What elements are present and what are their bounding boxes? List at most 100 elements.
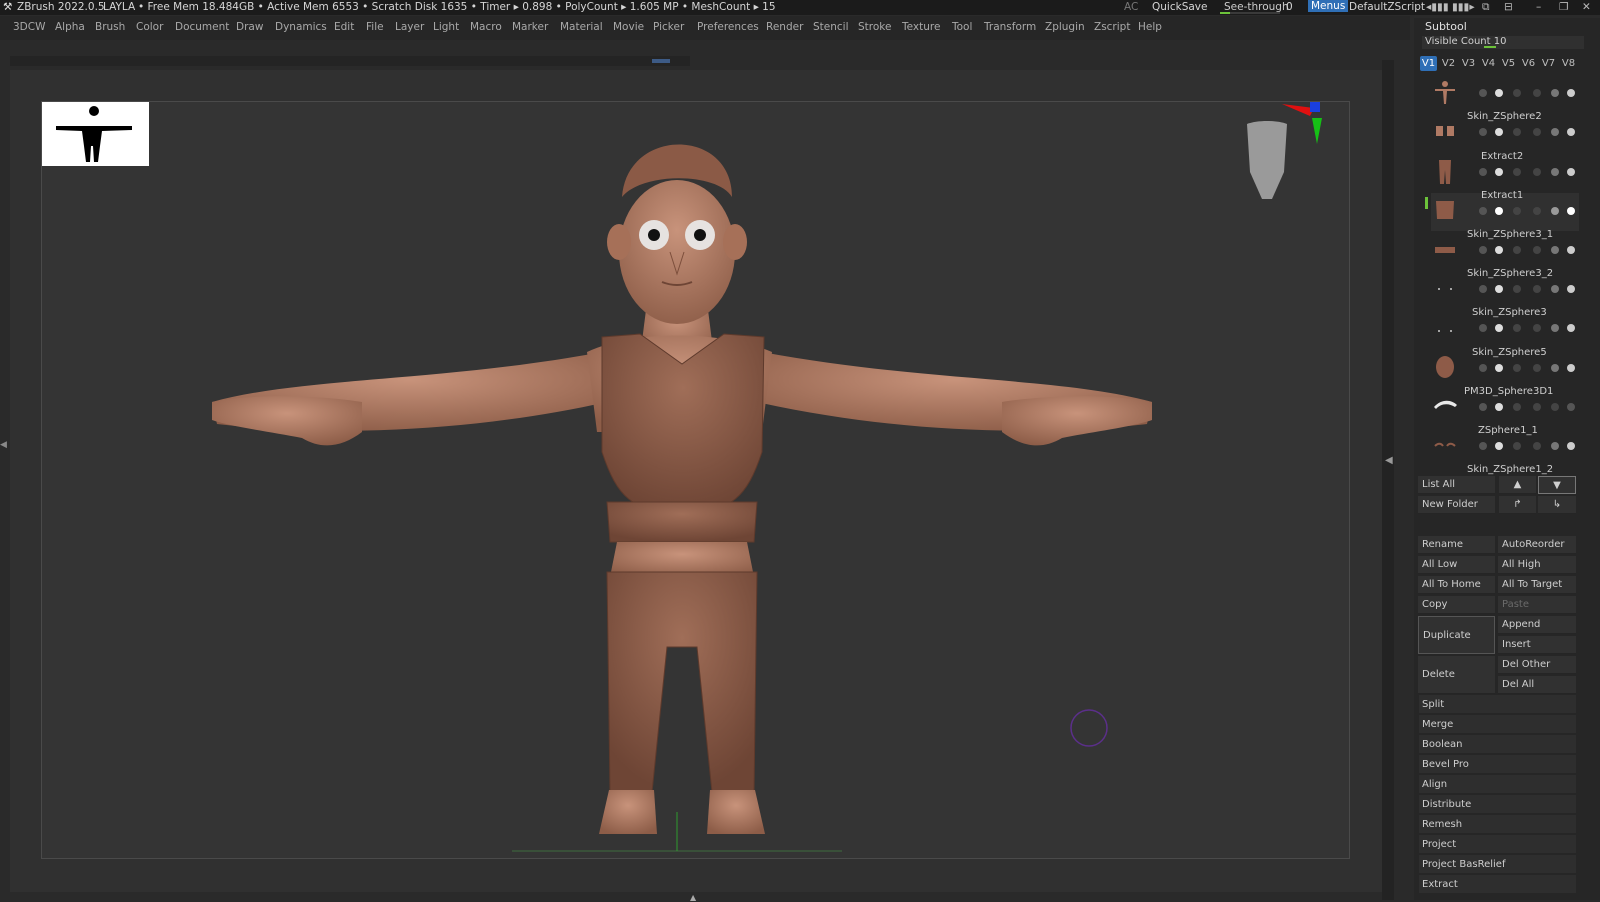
close-icon[interactable]: ✕ (1582, 1, 1591, 13)
subtool-controls[interactable] (1479, 285, 1579, 295)
subtool-controls[interactable] (1479, 324, 1579, 334)
menu-preferences[interactable]: Preferences (697, 21, 759, 33)
menu-zplugin[interactable]: Zplugin (1045, 21, 1085, 33)
subtool-item[interactable]: Extract2 (1431, 151, 1579, 192)
visible-count[interactable]: Visible Count 10 (1422, 36, 1584, 49)
del-all-button[interactable]: Del All (1498, 676, 1576, 694)
bevel-pro-section[interactable]: Bevel Pro (1419, 755, 1576, 774)
collapse-arrow-icon[interactable]: ◀ (1385, 455, 1393, 466)
menu-stencil[interactable]: Stencil (813, 21, 849, 33)
menu-color[interactable]: Color (136, 21, 163, 33)
menu-help[interactable]: Help (1138, 21, 1162, 33)
menu-file[interactable]: File (366, 21, 384, 33)
menu-material[interactable]: Material (560, 21, 603, 33)
move-down-icon[interactable]: ▼ (1538, 476, 1576, 494)
duplicate-button[interactable]: Duplicate (1418, 616, 1495, 654)
subtool-item[interactable]: Skin_ZSphere3_1 (1431, 229, 1579, 270)
tab-v1[interactable]: V1 (1420, 56, 1437, 71)
subtool-controls[interactable] (1479, 442, 1579, 452)
delete-button[interactable]: Delete (1418, 656, 1495, 694)
boolean-section[interactable]: Boolean (1419, 735, 1576, 754)
menu-3dcw[interactable]: 3DCW (13, 21, 45, 33)
subtool-controls[interactable] (1479, 403, 1579, 413)
remesh-section[interactable]: Remesh (1419, 815, 1576, 834)
list-all-button[interactable]: List All (1418, 476, 1495, 494)
new-folder-button[interactable]: New Folder (1418, 496, 1495, 514)
append-button[interactable]: Append (1498, 616, 1576, 634)
menu-document[interactable]: Document (175, 21, 229, 33)
left-collapse-arrow-icon[interactable]: ◀ (0, 440, 7, 450)
menu-light[interactable]: Light (433, 21, 459, 33)
menu-picker[interactable]: Picker (653, 21, 684, 33)
menu-alpha[interactable]: Alpha (55, 21, 85, 33)
del-other-button[interactable]: Del Other (1498, 656, 1576, 674)
all-to-target-button[interactable]: All To Target (1498, 576, 1576, 594)
menu-macro[interactable]: Macro (470, 21, 502, 33)
layout-2-icon[interactable]: ▮▮▮▸ (1452, 1, 1475, 13)
subtool-item[interactable]: Skin_ZSphere3 (1431, 307, 1579, 348)
menus-toggle[interactable]: Menus (1308, 0, 1349, 12)
menu-edit[interactable]: Edit (334, 21, 354, 33)
extract-section[interactable]: Extract (1419, 875, 1576, 894)
tab-v7[interactable]: V7 (1540, 56, 1557, 71)
folder-in-icon[interactable]: ↳ (1538, 496, 1576, 514)
bottom-tray-arrow-icon[interactable]: ▲ (690, 893, 696, 902)
tab-v5[interactable]: V5 (1500, 56, 1517, 71)
merge-section[interactable]: Merge (1419, 715, 1576, 734)
subtool-item[interactable] (1431, 75, 1579, 113)
menu-movie[interactable]: Movie (613, 21, 644, 33)
project-section[interactable]: Project (1419, 835, 1576, 854)
autoreorder-button[interactable]: AutoReorder (1498, 536, 1576, 554)
copy-button[interactable]: Copy (1418, 596, 1495, 614)
minimize-icon[interactable]: – (1536, 1, 1541, 13)
subtool-item[interactable]: PM3D_Sphere3D1 (1431, 386, 1579, 427)
folder-out-icon[interactable]: ↱ (1499, 496, 1536, 514)
subtool-controls[interactable] (1479, 128, 1579, 138)
restore-icon[interactable]: ❐ (1559, 1, 1568, 13)
subtool-controls[interactable] (1479, 364, 1579, 374)
subtool-item[interactable]: Skin_ZSphere2 (1431, 111, 1579, 152)
tab-v3[interactable]: V3 (1460, 56, 1477, 71)
tab-v6[interactable]: V6 (1520, 56, 1537, 71)
tab-v8[interactable]: V8 (1560, 56, 1577, 71)
navigation-thumbnail[interactable] (42, 102, 149, 166)
menu-texture[interactable]: Texture (902, 21, 940, 33)
see-through-track[interactable] (1220, 12, 1280, 14)
move-up-icon[interactable]: ▲ (1499, 476, 1536, 494)
insert-button[interactable]: Insert (1498, 636, 1576, 654)
menu-stroke[interactable]: Stroke (858, 21, 891, 33)
default-zscript[interactable]: DefaultZScript (1349, 1, 1425, 13)
menu-dynamics[interactable]: Dynamics (275, 21, 327, 33)
ui-toggle-icon[interactable]: ⊟ (1504, 1, 1513, 13)
menu-render[interactable]: Render (766, 21, 803, 33)
all-to-home-button[interactable]: All To Home (1418, 576, 1495, 594)
align-section[interactable]: Align (1419, 775, 1576, 794)
menu-tool[interactable]: Tool (952, 21, 972, 33)
menu-draw[interactable]: Draw (236, 21, 263, 33)
subtool-item[interactable]: ZSphere1_1 (1431, 425, 1579, 466)
menu-layer[interactable]: Layer (395, 21, 424, 33)
subtool-item[interactable]: Skin_ZSphere3_2 (1431, 268, 1579, 309)
subtool-controls[interactable] (1479, 89, 1579, 99)
tab-v2[interactable]: V2 (1440, 56, 1457, 71)
menu-brush[interactable]: Brush (95, 21, 125, 33)
ac-label[interactable]: AC (1124, 1, 1138, 13)
layout-icon[interactable]: ◂▮▮▮ (1426, 1, 1449, 13)
model-render[interactable] (42, 102, 1351, 860)
subtool-item-selected[interactable]: Extract1 (1425, 190, 1579, 231)
rename-button[interactable]: Rename (1418, 536, 1495, 554)
split-section[interactable]: Split (1419, 695, 1576, 714)
all-low-button[interactable]: All Low (1418, 556, 1495, 574)
paste-button[interactable]: Paste (1498, 596, 1576, 614)
menu-marker[interactable]: Marker (512, 21, 548, 33)
subtool-item[interactable]: Skin_ZSphere5 (1431, 347, 1579, 388)
subtool-controls[interactable] (1479, 207, 1579, 217)
subtool-header[interactable]: Subtool (1425, 20, 1467, 33)
all-high-button[interactable]: All High (1498, 556, 1576, 574)
subtool-controls[interactable] (1479, 246, 1579, 256)
subtool-controls[interactable] (1479, 168, 1579, 178)
canvas-viewport[interactable] (41, 101, 1350, 859)
project-basrelief-section[interactable]: Project BasRelief (1419, 855, 1576, 874)
ui-layout-icon[interactable]: ⧉ (1482, 1, 1490, 14)
menu-transform[interactable]: Transform (984, 21, 1036, 33)
